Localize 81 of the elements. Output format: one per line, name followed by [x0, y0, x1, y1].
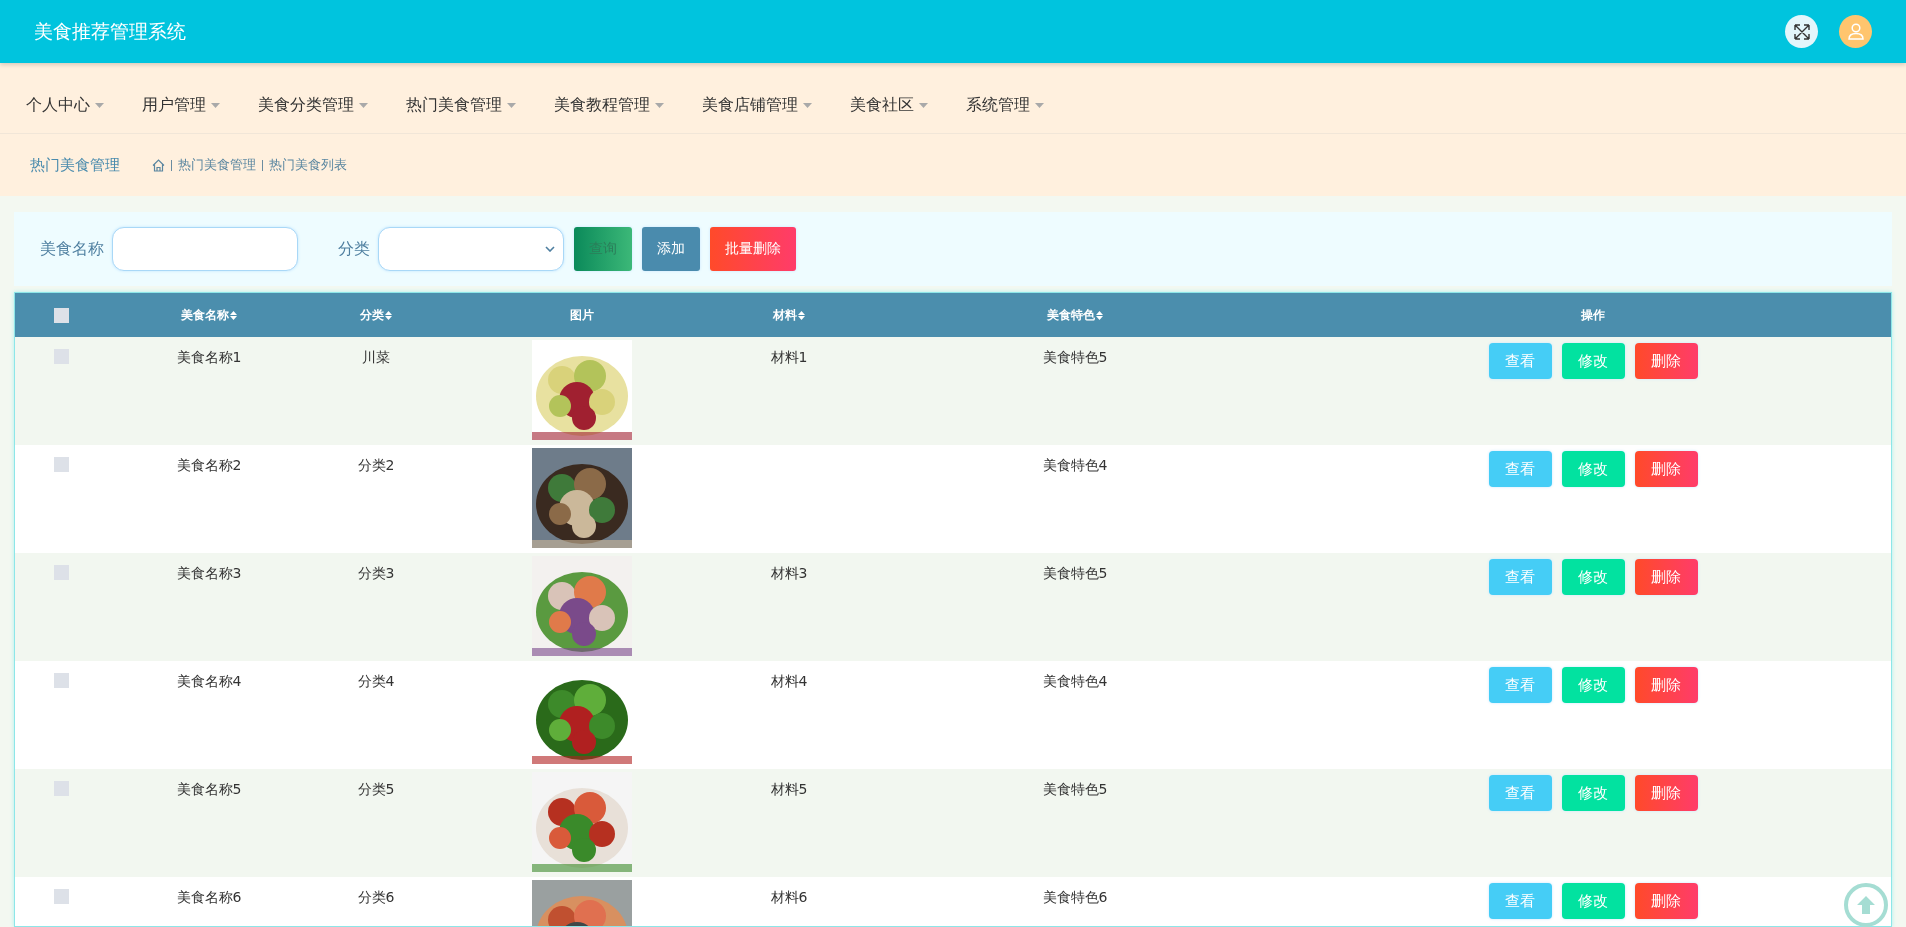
table-cell: 美食名称2 [176, 457, 242, 475]
delete-button[interactable]: 删除 [1634, 451, 1698, 487]
table-cell: 材料1 [770, 349, 808, 367]
table-cell: 美食名称1 [176, 349, 242, 367]
delete-button[interactable]: 删除 [1634, 343, 1698, 379]
arrow-up-icon [1855, 894, 1877, 916]
caret-icon [919, 102, 928, 108]
table-cell: 川菜 [362, 349, 390, 367]
breadcrumb-link[interactable]: 热门美食列表 [269, 156, 347, 174]
caret-icon [1035, 102, 1044, 108]
table-cell: 美食特色6 [1042, 889, 1108, 907]
view-button[interactable]: 查看 [1488, 451, 1552, 487]
table-cell: 美食名称4 [176, 673, 242, 691]
table-cell: 分类3 [357, 565, 395, 583]
home-icon[interactable] [152, 158, 165, 172]
table-cell: 美食特色5 [1042, 781, 1108, 799]
table-cell: 美食名称5 [176, 781, 242, 799]
select-all-checkbox[interactable] [53, 307, 69, 323]
app-title: 美食推荐管理系统 [34, 18, 187, 44]
sort-icon[interactable] [230, 310, 237, 320]
table-cell: 分类4 [357, 673, 395, 691]
delete-button[interactable]: 删除 [1634, 775, 1698, 811]
nav-menu-item[interactable]: 美食店铺管理 [702, 94, 812, 116]
column-header[interactable]: 材料 [773, 306, 797, 324]
table-cell: 分类2 [357, 457, 395, 475]
table-cell: 美食特色5 [1042, 565, 1108, 583]
table-cell: 材料3 [770, 565, 808, 583]
column-header: 图片 [570, 306, 594, 324]
category-select[interactable] [378, 227, 564, 271]
caret-icon [507, 102, 516, 108]
delete-button[interactable]: 删除 [1634, 559, 1698, 595]
nav-menu-item[interactable]: 美食分类管理 [258, 94, 368, 116]
sort-icon[interactable] [798, 310, 805, 320]
column-header: 操作 [1581, 306, 1605, 324]
user-avatar-icon[interactable] [1839, 15, 1872, 48]
caret-icon [95, 102, 104, 108]
caret-icon [211, 102, 220, 108]
caret-icon [655, 102, 664, 108]
sort-icon[interactable] [1096, 310, 1103, 320]
row-checkbox[interactable] [53, 673, 69, 688]
caret-icon [803, 102, 812, 108]
column-header[interactable]: 美食名称 [181, 306, 229, 324]
fullscreen-icon[interactable] [1785, 15, 1818, 48]
row-checkbox[interactable] [53, 889, 69, 904]
view-button[interactable]: 查看 [1488, 667, 1552, 703]
delete-button[interactable]: 删除 [1634, 883, 1698, 919]
nav-menu-item[interactable]: 系统管理 [966, 94, 1044, 116]
add-button[interactable]: 添加 [642, 227, 700, 271]
nav-menu-item[interactable]: 个人中心 [26, 94, 104, 116]
table-cell: 美食特色4 [1042, 673, 1108, 691]
nav-menu-item[interactable]: 热门美食管理 [406, 94, 516, 116]
danger-button[interactable]: 批量删除 [710, 227, 796, 271]
view-button[interactable]: 查看 [1488, 559, 1552, 595]
column-header[interactable]: 分类 [360, 306, 384, 324]
table-cell: 美食特色5 [1042, 349, 1108, 367]
back-to-top-button[interactable] [1844, 883, 1888, 927]
nav-menu-item[interactable]: 美食教程管理 [554, 94, 664, 116]
breadcrumb-link[interactable]: 热门美食管理 [178, 156, 256, 174]
table-cell: 分类5 [357, 781, 395, 799]
delete-button[interactable]: 删除 [1634, 667, 1698, 703]
sort-icon[interactable] [385, 310, 392, 320]
table-cell: 材料5 [770, 781, 808, 799]
nav-menu-item[interactable]: 用户管理 [142, 94, 220, 116]
column-header[interactable]: 美食特色 [1047, 306, 1095, 324]
input-field[interactable] [112, 227, 298, 271]
caret-icon [359, 102, 368, 108]
row-checkbox[interactable] [53, 457, 69, 472]
table-cell: 美食特色4 [1042, 457, 1108, 475]
view-button[interactable]: 查看 [1488, 775, 1552, 811]
table-cell: 美食名称3 [176, 565, 242, 583]
table-cell: 材料6 [770, 889, 808, 907]
table-cell: 材料4 [770, 673, 808, 691]
field-label: 分类 [338, 238, 370, 260]
view-button[interactable]: 查看 [1488, 343, 1552, 379]
table-cell: 美食名称6 [176, 889, 242, 907]
nav-menu-item[interactable]: 美食社区 [850, 94, 928, 116]
page-title: 热门美食管理 [30, 155, 120, 175]
view-button[interactable]: 查看 [1488, 883, 1552, 919]
table-cell: 分类6 [357, 889, 395, 907]
field-label: 美食名称 [40, 238, 104, 260]
chevron-down-icon [545, 246, 555, 252]
